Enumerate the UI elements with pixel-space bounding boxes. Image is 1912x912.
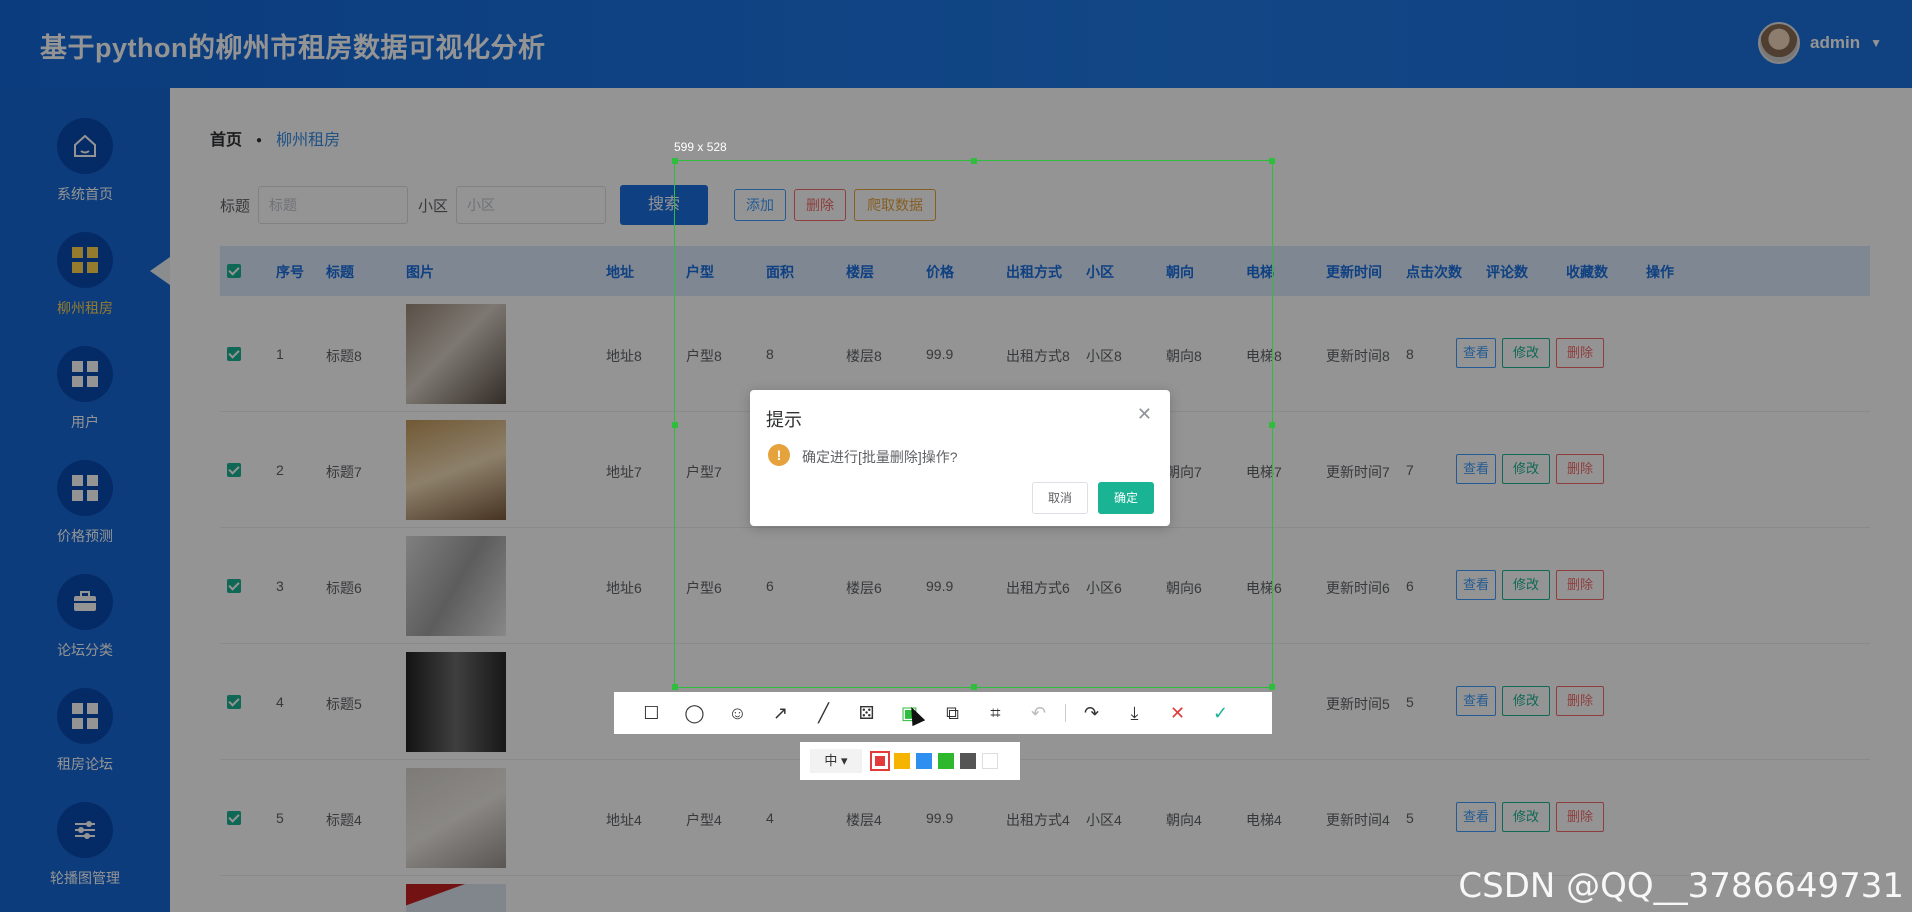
resize-handle[interactable]: [971, 158, 977, 164]
resize-handle[interactable]: [672, 684, 678, 690]
color-swatch-white[interactable]: [982, 753, 998, 769]
close-capture-icon[interactable]: ✕: [1156, 698, 1199, 728]
resize-handle[interactable]: [1269, 158, 1275, 164]
close-icon[interactable]: ✕: [1137, 404, 1152, 425]
resize-handle[interactable]: [971, 684, 977, 690]
color-swatch-blue[interactable]: [916, 753, 932, 769]
ellipse-tool-icon[interactable]: ◯: [673, 698, 716, 728]
dialog-title: 提示: [766, 410, 802, 430]
rectangle-tool-icon[interactable]: ☐: [630, 698, 673, 728]
ocr-tool-icon[interactable]: ⌗: [974, 698, 1017, 728]
arrow-tool-icon[interactable]: ↗: [759, 698, 802, 728]
capture-toolbar: ☐ ◯ ☺ ↗ ╱ ⚄ ▣ ⧉ ⌗ ↶ ↷ ⤓ ✕ ✓: [614, 692, 1272, 734]
toolbar-divider: [1060, 698, 1070, 728]
resize-handle[interactable]: [1269, 422, 1275, 428]
resize-handle[interactable]: [1269, 684, 1275, 690]
cancel-button[interactable]: 取消: [1032, 482, 1088, 514]
download-icon[interactable]: ⤓: [1113, 698, 1156, 728]
selection-size-label: 599 x 528: [674, 140, 727, 154]
warning-icon: !: [768, 444, 790, 466]
emoji-tool-icon[interactable]: ☺: [716, 698, 759, 728]
mosaic-tool-icon[interactable]: ⚄: [845, 698, 888, 728]
color-panel: 中 ▾: [800, 742, 1020, 780]
line-tool-icon[interactable]: ╱: [802, 698, 845, 728]
resize-handle[interactable]: [672, 158, 678, 164]
undo-icon[interactable]: ↶: [1017, 698, 1060, 728]
confirm-button[interactable]: 确定: [1098, 482, 1154, 514]
share-icon[interactable]: ↷: [1070, 698, 1113, 728]
finish-capture-icon[interactable]: ✓: [1199, 698, 1242, 728]
watermark: CSDN @QQ__3786649731: [1458, 866, 1904, 906]
color-swatch-red[interactable]: [870, 751, 890, 771]
color-swatch-green[interactable]: [938, 753, 954, 769]
dialog-message: 确定进行[批量删除]操作?: [802, 449, 958, 465]
color-swatch-gray[interactable]: [960, 753, 976, 769]
pen-size-select[interactable]: 中 ▾: [810, 749, 862, 773]
color-swatch-yellow[interactable]: [894, 753, 910, 769]
resize-handle[interactable]: [672, 422, 678, 428]
confirm-dialog: 提示 ✕ ! 确定进行[批量删除]操作? 取消 确定: [750, 390, 1170, 526]
copy-tool-icon[interactable]: ⧉: [931, 698, 974, 728]
